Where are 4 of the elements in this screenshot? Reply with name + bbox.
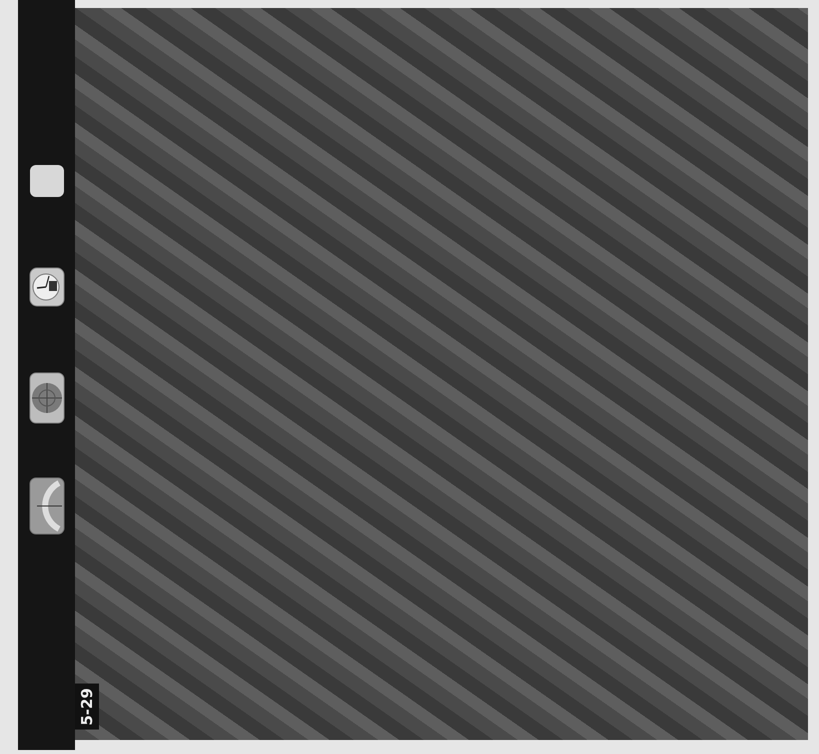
level-gauge-icon — [28, 372, 64, 424]
frame-number: 5-29 — [75, 684, 99, 730]
altimeter-icon — [28, 477, 64, 535]
clock-icon — [28, 267, 64, 307]
